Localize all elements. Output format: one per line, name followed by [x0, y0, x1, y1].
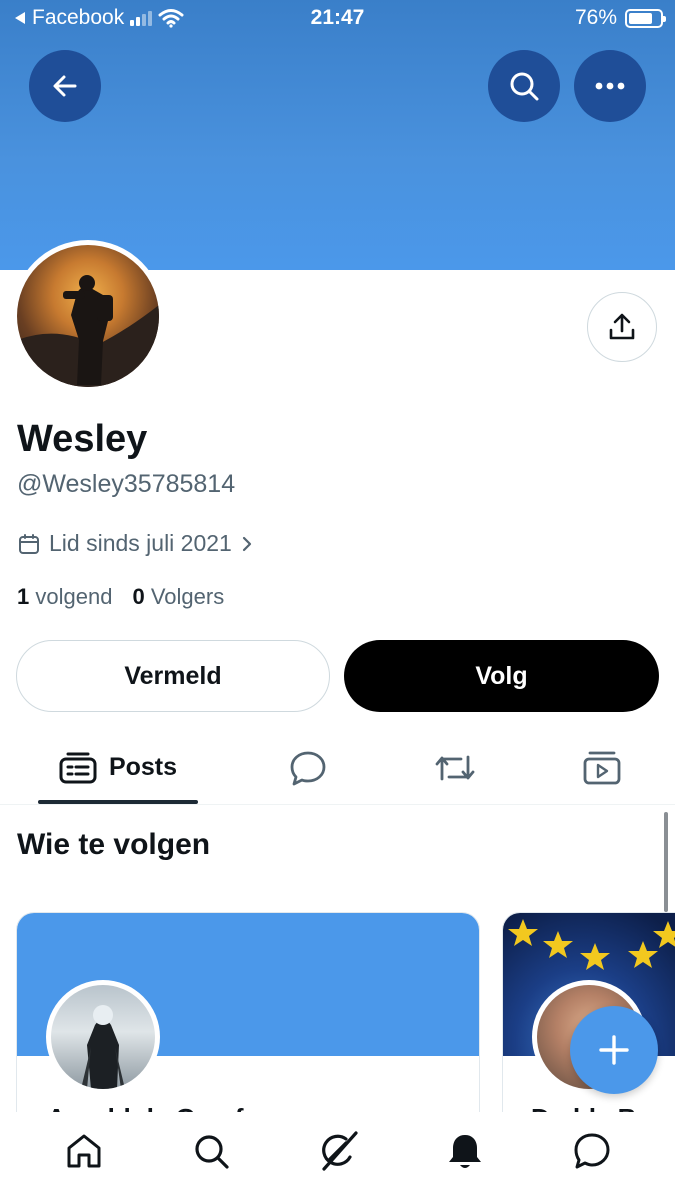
followers-stat[interactable]: 0 Volgers	[132, 584, 224, 610]
suggestion-avatar[interactable]	[46, 980, 160, 1094]
bottom-navigation	[0, 1112, 675, 1200]
joined-date: Lid sinds juli 2021	[49, 530, 232, 556]
chevron-right-icon	[242, 536, 251, 551]
posts-icon	[59, 752, 97, 783]
repost-icon	[435, 755, 475, 780]
following-count: 1	[17, 584, 30, 609]
suggestion-avatar-photo	[51, 985, 155, 1089]
nav-home[interactable]	[44, 1116, 124, 1186]
status-time: 21:47	[310, 6, 365, 29]
tab-media[interactable]	[542, 730, 662, 805]
share-profile-button[interactable]	[587, 292, 657, 362]
grok-icon	[321, 1131, 358, 1171]
nav-grok[interactable]	[298, 1116, 378, 1186]
messages-icon	[574, 1133, 609, 1169]
battery-status: 76%	[574, 6, 666, 30]
followers-label: Volgers	[150, 584, 225, 609]
plus-icon	[599, 1035, 629, 1065]
share-icon	[609, 313, 635, 340]
display-name: Wesley	[17, 418, 148, 460]
media-icon	[583, 751, 621, 784]
active-tab-indicator	[38, 800, 198, 804]
who-to-follow-title: Wie te volgen	[17, 828, 211, 861]
more-button[interactable]	[574, 50, 646, 122]
nav-search[interactable]	[171, 1116, 251, 1186]
profile-tabs: Posts	[0, 730, 675, 805]
compose-post-button[interactable]	[570, 1006, 658, 1094]
joined-date-row[interactable]: Lid sinds juli 2021	[17, 530, 254, 557]
nav-notifications[interactable]	[425, 1116, 505, 1186]
more-icon	[595, 82, 625, 90]
battery-percent: 76%	[574, 6, 617, 29]
replies-icon	[290, 751, 326, 785]
status-bar: Facebook 21:47 76%	[0, 0, 675, 38]
search-icon	[510, 72, 539, 101]
calendar-icon	[19, 533, 39, 554]
following-stat[interactable]: 1 volgend	[17, 584, 112, 610]
profile-banner	[0, 0, 675, 270]
tab-reposts[interactable]	[395, 730, 515, 805]
search-button[interactable]	[488, 50, 560, 122]
back-arrow-icon	[53, 75, 77, 97]
follow-stats: 1 volgend 0 Volgers	[17, 584, 224, 610]
search-icon	[194, 1135, 229, 1169]
notifications-icon	[448, 1135, 481, 1168]
profile-handle: @Wesley35785814	[17, 470, 236, 498]
follow-button[interactable]: Volg	[344, 640, 659, 712]
tab-replies[interactable]	[248, 730, 368, 805]
following-label: volgend	[35, 584, 113, 609]
home-icon	[67, 1134, 100, 1168]
avatar-photo	[17, 245, 159, 387]
mention-button[interactable]: Vermeld	[16, 640, 330, 712]
tab-posts[interactable]: Posts	[38, 730, 198, 805]
followers-count: 0	[132, 584, 145, 609]
back-button[interactable]	[29, 50, 101, 122]
scrollbar[interactable]	[664, 812, 668, 912]
tab-posts-label: Posts	[108, 753, 178, 781]
battery-icon	[625, 8, 666, 28]
nav-messages[interactable]	[552, 1116, 632, 1186]
profile-avatar[interactable]	[12, 240, 164, 392]
